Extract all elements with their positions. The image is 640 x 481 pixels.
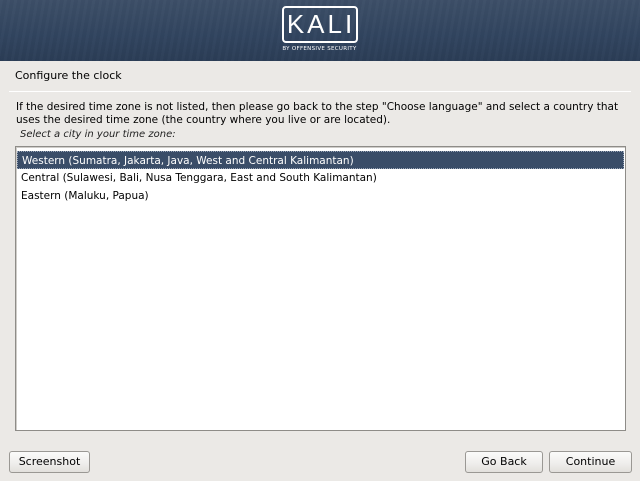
description-text: If the desired time zone is not listed, … [16, 101, 619, 126]
timezone-list[interactable]: Western (Sumatra, Jakarta, Java, West an… [15, 146, 626, 431]
timezone-option-western[interactable]: Western (Sumatra, Jakarta, Java, West an… [17, 151, 624, 169]
header-banner: KALI BY OFFENSIVE SECURITY [0, 0, 640, 61]
go-back-button[interactable]: Go Back [465, 451, 543, 473]
continue-button[interactable]: Continue [549, 451, 632, 473]
step-title: Configure the clock [15, 69, 122, 82]
kali-logo: KALI BY OFFENSIVE SECURITY [273, 6, 366, 60]
logo-subtitle: BY OFFENSIVE SECURITY [282, 46, 357, 52]
screenshot-button[interactable]: Screenshot [9, 451, 90, 473]
logo-wordmark: KALI [281, 6, 358, 43]
title-separator [9, 91, 631, 92]
timezone-option-eastern[interactable]: Eastern (Maluku, Papua) [17, 187, 624, 205]
timezone-option-central[interactable]: Central (Sulawesi, Bali, Nusa Tenggara, … [17, 169, 624, 187]
timezone-prompt: Select a city in your time zone: [20, 129, 176, 140]
